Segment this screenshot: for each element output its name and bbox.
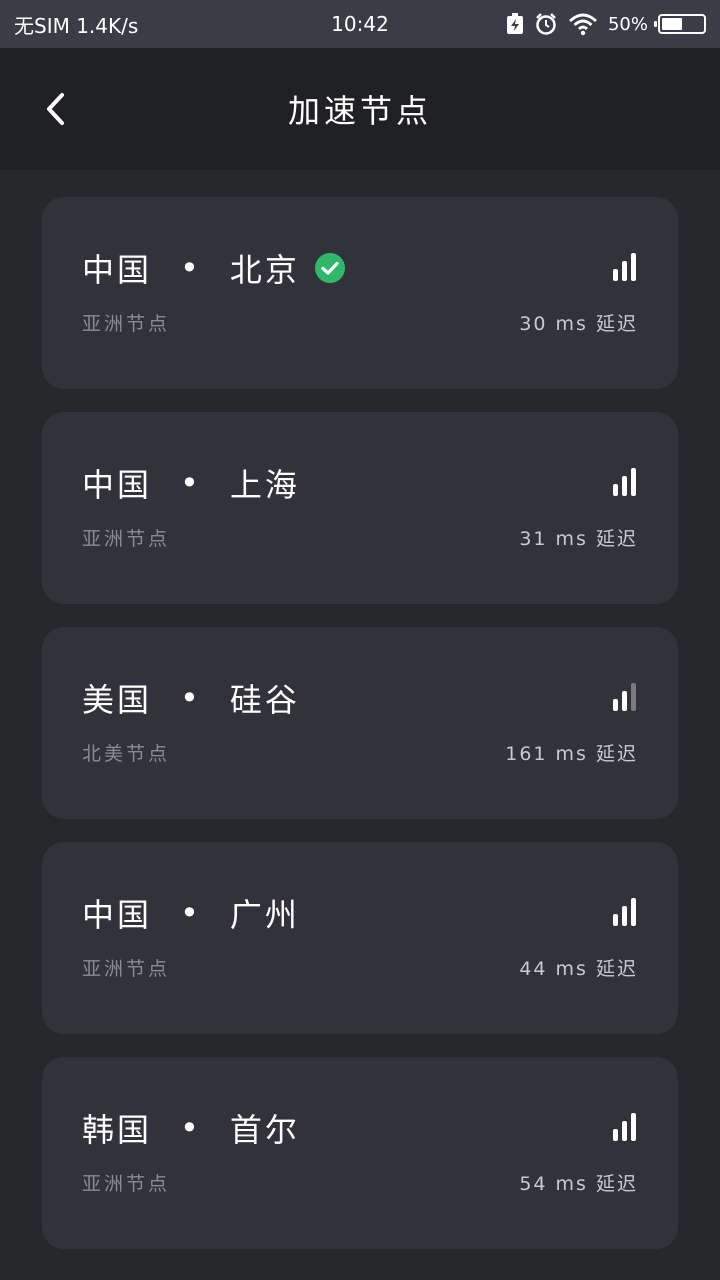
- selected-check-icon: [314, 253, 345, 283]
- status-bar: 无SIM 1.4K/s 10:42 50%: [0, 0, 720, 48]
- signal-bar: [622, 691, 627, 711]
- signal-bar: [631, 898, 636, 926]
- battery-level-fill: [662, 18, 682, 30]
- signal-bar: [631, 253, 636, 281]
- node-card[interactable]: 韩国 • 首尔 亚洲节点 54 ms 延迟: [42, 1057, 678, 1249]
- signal-strength-icon: [613, 253, 636, 281]
- battery-percent-text: 50%: [607, 13, 648, 35]
- node-separator: •: [180, 464, 202, 502]
- node-latency: 31 ms 延迟: [519, 528, 638, 550]
- signal-strength-icon: [613, 1113, 636, 1141]
- node-country: 中国: [82, 896, 153, 934]
- signal-bar: [613, 914, 618, 926]
- node-name: 韩国 • 首尔: [82, 1105, 300, 1151]
- node-region: 亚洲节点: [82, 1173, 171, 1195]
- node-name: 中国 • 北京: [82, 245, 346, 291]
- signal-bar: [622, 906, 627, 926]
- sim-speed-text: 无SIM 1.4K/s: [14, 13, 139, 38]
- node-separator: •: [180, 679, 202, 717]
- signal-bar: [631, 683, 636, 711]
- signal-bar: [613, 484, 618, 496]
- signal-bar: [631, 468, 636, 496]
- node-city: 硅谷: [229, 681, 300, 719]
- signal-bar: [622, 1121, 627, 1141]
- signal-bar: [613, 1129, 618, 1141]
- signal-bar: [622, 476, 627, 496]
- node-latency: 54 ms 延迟: [519, 1173, 638, 1195]
- node-city: 首尔: [229, 1111, 300, 1149]
- app-bar: 加速节点: [0, 48, 720, 169]
- node-city: 广州: [229, 896, 300, 934]
- node-region: 亚洲节点: [82, 958, 171, 980]
- back-button[interactable]: [30, 84, 80, 134]
- node-card[interactable]: 中国 • 广州 亚洲节点 44 ms 延迟: [42, 842, 678, 1034]
- node-card[interactable]: 美国 • 硅谷 北美节点 161 ms 延迟: [42, 627, 678, 819]
- node-latency: 44 ms 延迟: [519, 958, 638, 980]
- node-latency: 161 ms 延迟: [505, 743, 638, 765]
- wifi-icon: [569, 13, 597, 36]
- battery-icon: [654, 14, 706, 34]
- signal-bar: [622, 261, 627, 281]
- signal-strength-icon: [613, 683, 636, 711]
- node-name: 美国 • 硅谷: [82, 675, 300, 721]
- node-name: 中国 • 广州: [82, 890, 300, 936]
- page-title: 加速节点: [287, 91, 432, 130]
- signal-bar: [631, 1113, 636, 1141]
- charging-icon: [506, 13, 523, 34]
- node-separator: •: [180, 1109, 202, 1147]
- signal-bar: [613, 269, 618, 281]
- node-country: 中国: [82, 466, 153, 504]
- node-list: 中国 • 北京 亚洲节点 30 ms 延迟 中国 • 上海 亚洲节点 31 ms 延迟 …: [0, 169, 720, 1280]
- node-country: 美国: [82, 681, 153, 719]
- node-card[interactable]: 中国 • 北京 亚洲节点 30 ms 延迟: [42, 197, 678, 389]
- node-latency: 30 ms 延迟: [519, 313, 638, 335]
- signal-strength-icon: [613, 468, 636, 496]
- node-city: 北京: [229, 251, 300, 289]
- node-country: 中国: [82, 251, 153, 289]
- chevron-left-icon: [47, 92, 64, 125]
- node-region: 北美节点: [82, 743, 171, 765]
- node-region: 亚洲节点: [82, 528, 171, 550]
- signal-strength-icon: [613, 898, 636, 926]
- node-country: 韩国: [82, 1111, 153, 1149]
- node-region: 亚洲节点: [82, 313, 171, 335]
- node-separator: •: [180, 249, 202, 287]
- node-name: 中国 • 上海: [82, 460, 300, 506]
- alarm-icon: [536, 13, 556, 35]
- node-city: 上海: [229, 466, 300, 504]
- node-card[interactable]: 中国 • 上海 亚洲节点 31 ms 延迟: [42, 412, 678, 604]
- status-icons: 50%: [506, 12, 706, 36]
- signal-bar: [613, 699, 618, 711]
- node-separator: •: [180, 894, 202, 932]
